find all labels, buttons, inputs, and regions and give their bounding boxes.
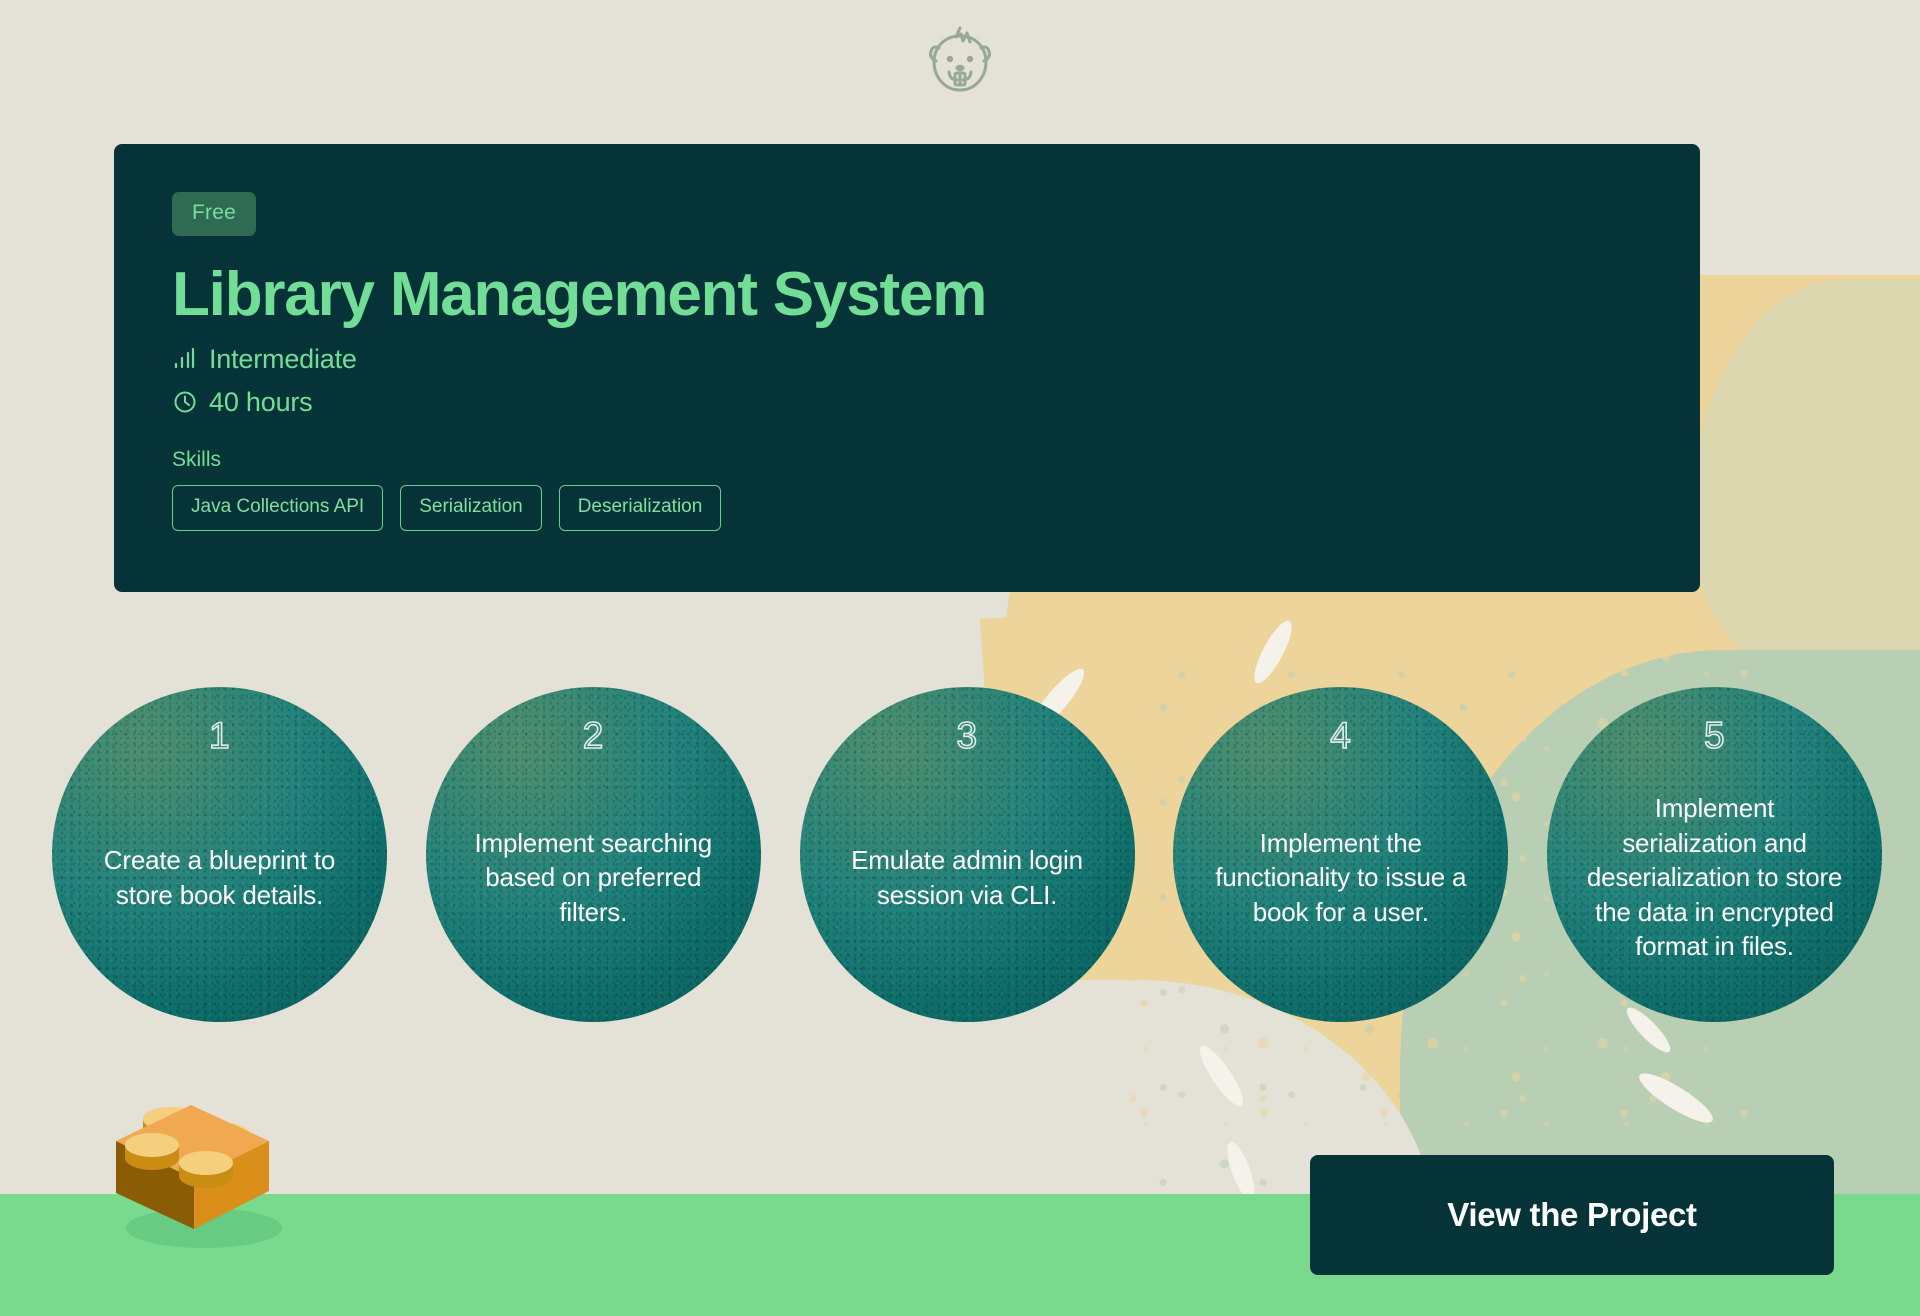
step-circle: 2 Implement searching based on preferred… <box>425 687 761 1022</box>
step-text: Emulate admin login session via CLI. <box>851 844 1083 910</box>
step-text: Implement the functionality to issue a b… <box>1215 827 1467 927</box>
step-number: 2 <box>582 714 604 757</box>
step-number: 4 <box>1329 714 1352 757</box>
step-number: 1 <box>208 714 231 757</box>
step-circle: 4 Implement the functionality to issue a… <box>1173 687 1509 1022</box>
price-badge: Free <box>172 192 256 236</box>
duration-label: 40 hours <box>209 386 313 417</box>
step-circle: 5 Implement serialization and deserializ… <box>1547 687 1882 1022</box>
project-card-page: Free Library Management System Intermedi… <box>0 0 1920 1316</box>
lego-brick-decoration <box>96 1083 286 1258</box>
skills-heading: Skills <box>172 447 222 471</box>
step-text: Implement searching based on preferred f… <box>474 827 713 927</box>
step-circle: 1 Create a blueprint to store book detai… <box>52 687 387 1022</box>
bar-chart-icon <box>174 348 195 369</box>
step-number: 5 <box>1703 714 1726 757</box>
skills-list: Java Collections API Serialization Deser… <box>172 484 1700 531</box>
project-steps: 1 Create a blueprint to store book detai… <box>52 687 1882 1022</box>
clock-icon <box>174 391 196 413</box>
beaver-logo-icon <box>929 26 991 92</box>
step-text: Create a blueprint to store book details… <box>103 844 336 910</box>
page-title: Library Management System <box>172 260 987 329</box>
step-text: Implement serialization and deserializat… <box>1586 793 1843 962</box>
skill-tag[interactable]: Deserialization <box>558 484 722 531</box>
brand-logo <box>0 24 1920 100</box>
view-project-button[interactable]: View the Project <box>1310 1155 1834 1275</box>
duration-meta: 40 hours <box>172 387 1700 418</box>
project-hero-card: Free Library Management System Intermedi… <box>114 144 1700 592</box>
lego-brick-icon <box>116 1105 282 1248</box>
skill-tag[interactable]: Serialization <box>400 484 542 531</box>
step-circle: 3 Emulate admin login session via CLI. <box>799 687 1135 1022</box>
difficulty-label: Intermediate <box>209 343 357 374</box>
skill-tag[interactable]: Java Collections API <box>172 484 384 531</box>
step-number: 3 <box>956 714 978 757</box>
difficulty-meta: Intermediate <box>172 344 1700 375</box>
